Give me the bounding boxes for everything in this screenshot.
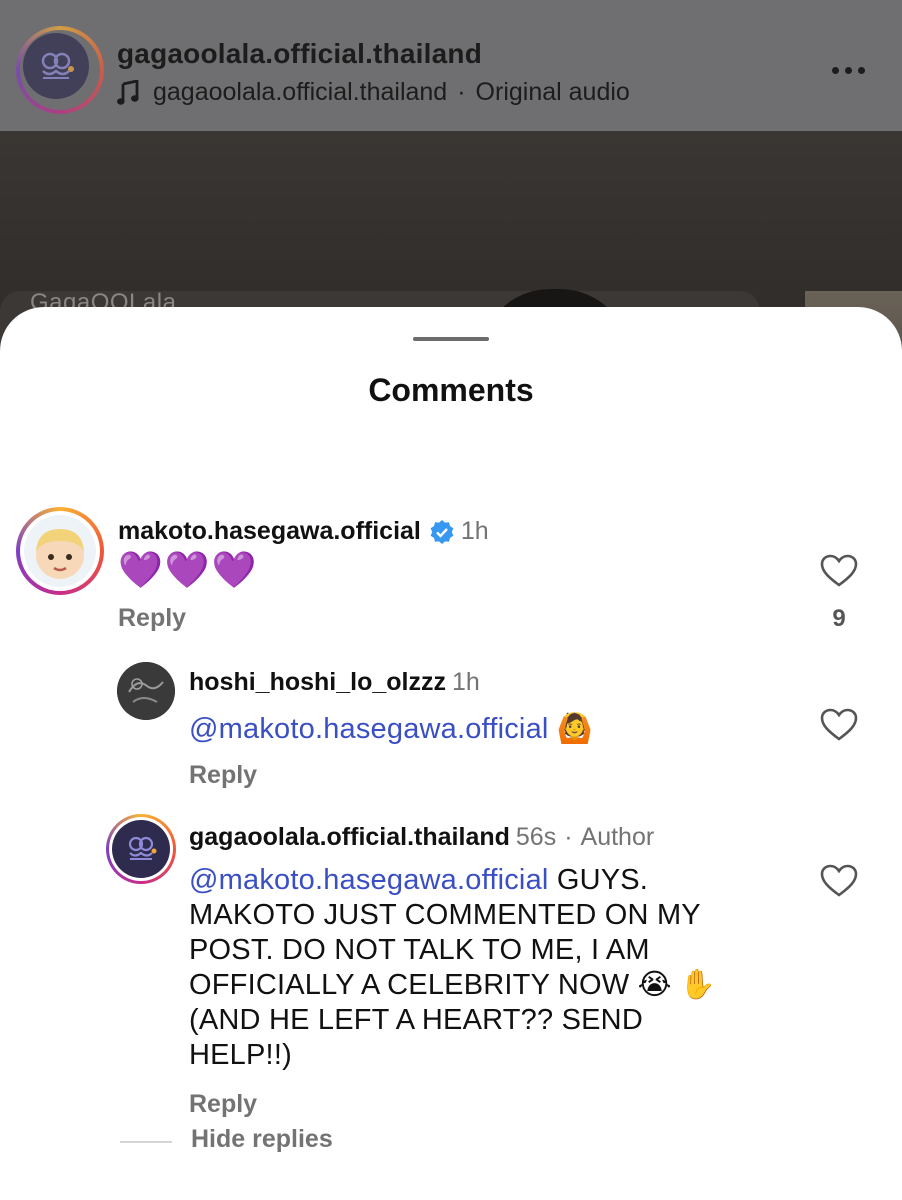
comment-line: POST. DO NOT TALK TO ME, I AM bbox=[189, 934, 650, 966]
reply-button[interactable]: Reply bbox=[189, 1090, 257, 1119]
like-count: 9 bbox=[832, 605, 846, 632]
comment-username[interactable]: hoshi_hoshi_lo_olzzz bbox=[189, 668, 446, 697]
comment-line: (AND HE LEFT A HEART?? SEND bbox=[189, 1004, 643, 1036]
sheet-grabber[interactable] bbox=[413, 337, 489, 341]
comment-header: gagaoolala.official.thailand 56s · Autho… bbox=[189, 823, 654, 852]
comment-username[interactable]: makoto.hasegawa.official bbox=[118, 517, 421, 546]
hide-replies-button[interactable]: Hide replies bbox=[191, 1125, 333, 1154]
comment-text: @makoto.hasegawa.official 🙆 bbox=[189, 711, 593, 747]
more-options-icon[interactable] bbox=[832, 60, 872, 80]
heart-icon[interactable] bbox=[820, 864, 858, 898]
avatar[interactable] bbox=[106, 814, 176, 884]
comment-text: 💜💜💜 bbox=[118, 550, 259, 591]
mention-link[interactable]: @makoto.hasegawa.official bbox=[189, 864, 549, 896]
reply-button[interactable]: Reply bbox=[189, 761, 257, 790]
heart-icon[interactable] bbox=[820, 554, 858, 588]
avatar[interactable] bbox=[117, 662, 175, 720]
comment-line-text: GUYS. bbox=[556, 864, 649, 896]
gagaoolala-logo-icon bbox=[23, 33, 89, 99]
comment-time: 1h bbox=[460, 517, 489, 545]
heart-icon[interactable] bbox=[820, 708, 858, 742]
comment-emoji: 🙆 bbox=[556, 711, 594, 745]
author-label: Author bbox=[580, 823, 655, 851]
comment-header: makoto.hasegawa.official 1h bbox=[118, 517, 489, 546]
mention-link[interactable]: @makoto.hasegawa.official bbox=[189, 713, 549, 745]
avatar[interactable] bbox=[16, 507, 104, 595]
comment-line: MAKOTO JUST COMMENTED ON MY bbox=[189, 899, 701, 931]
sheet-title: Comments bbox=[368, 372, 534, 408]
comment-time: 56s bbox=[515, 823, 557, 851]
hide-replies-divider bbox=[120, 1141, 172, 1143]
comment-username[interactable]: gagaoolala.official.thailand bbox=[189, 823, 510, 852]
verified-badge-icon bbox=[429, 519, 455, 545]
music-note-icon bbox=[117, 78, 139, 106]
reply-button[interactable]: Reply bbox=[118, 604, 186, 633]
boy-face-icon bbox=[24, 515, 96, 587]
audio-label: Original audio bbox=[475, 78, 630, 106]
post-avatar[interactable] bbox=[16, 26, 104, 114]
comment-header: hoshi_hoshi_lo_olzzz 1h bbox=[189, 668, 480, 697]
comment-line: HELP!!) bbox=[189, 1039, 292, 1071]
comments-sheet: Comments makoto.hasegawa.official 1h 💜💜💜… bbox=[0, 307, 902, 1200]
post-header: gagaoolala.official.thailand gagaoolala.… bbox=[0, 0, 902, 131]
gagaoolala-logo-icon bbox=[112, 820, 170, 878]
audio-username: gagaoolala.official.thailand bbox=[153, 78, 448, 106]
comment-line: @makoto.hasegawa.official GUYS. bbox=[189, 863, 789, 898]
comment-line: OFFICIALLY A CELEBRITY NOW 😭 ✋ bbox=[189, 969, 717, 1001]
comment-time: 1h bbox=[451, 668, 480, 696]
audio-separator: · bbox=[457, 78, 466, 106]
header-separator: · bbox=[564, 823, 573, 851]
comment-text: @makoto.hasegawa.official GUYS. MAKOTO J… bbox=[189, 863, 789, 1073]
post-audio[interactable]: gagaoolala.official.thailand · Original … bbox=[117, 78, 630, 107]
post-username[interactable]: gagaoolala.official.thailand bbox=[117, 38, 482, 70]
